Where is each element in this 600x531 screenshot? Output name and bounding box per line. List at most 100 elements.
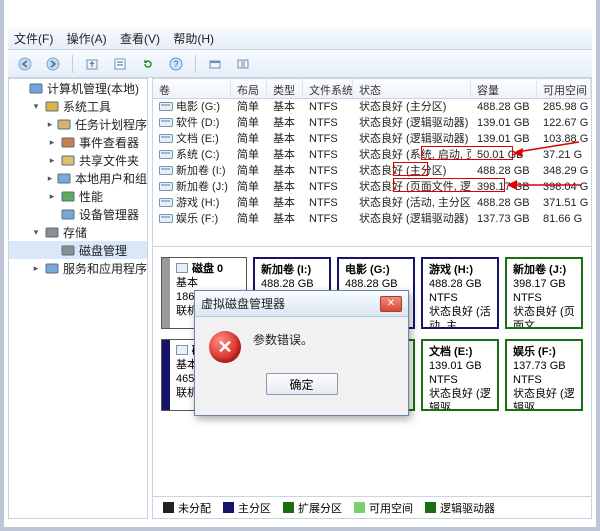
menu-file[interactable]: 文件(F) [14, 28, 53, 50]
expand-toggle-icon[interactable]: ▸ [31, 263, 41, 273]
legend-swatch [283, 502, 294, 513]
legend-item: 逻辑驱动器 [425, 500, 495, 516]
toolbar-separator [72, 55, 73, 73]
volume-block[interactable]: 文档 (E:)139.01 GB NTFS状态良好 (逻辑驱 [421, 339, 499, 411]
column-header[interactable]: 卷 [153, 79, 231, 98]
table-row[interactable]: 新加卷 (J:)简单基本NTFS状态良好 (页面文件, 逻辑驱动器)398.17… [153, 179, 591, 195]
tree-label: 系统工具 [63, 98, 111, 115]
legend-item: 可用空间 [354, 500, 413, 516]
tree-icon [61, 153, 75, 167]
error-dialog: 虚拟磁盘管理器 ✕ ✕ 参数错误。 确定 [194, 290, 409, 416]
table-row[interactable]: 游戏 (H:)简单基本NTFS状态良好 (活动, 主分区)488.28 GB37… [153, 195, 591, 211]
volume-block[interactable]: 娱乐 (F:)137.73 GB NTFS状态良好 (逻辑驱 [505, 339, 583, 411]
tree-label: 本地用户和组 [75, 170, 147, 187]
column-header[interactable]: 可用空间 [537, 79, 591, 98]
main-window: 文件(F) 操作(A) 查看(V) 帮助(H) ? 计算机管理(本地)▾ 系统工… [0, 0, 600, 531]
table-row[interactable]: 电影 (G:)简单基本NTFS状态良好 (主分区)488.28 GB285.98… [153, 99, 591, 115]
grid-body[interactable]: 电影 (G:)简单基本NTFS状态良好 (主分区)488.28 GB285.98… [153, 99, 591, 227]
expand-toggle-icon[interactable]: ▸ [47, 155, 57, 165]
tree-icon [61, 189, 75, 203]
grid-header[interactable]: 卷布局类型文件系统状态容量可用空间 [153, 79, 591, 99]
expand-toggle-icon[interactable]: ▸ [47, 191, 57, 201]
tree-item[interactable]: ▾ 系统工具 [9, 97, 147, 115]
tree-item[interactable]: ▸ 本地用户和组 [9, 169, 147, 187]
volume-block[interactable]: 游戏 (H:)488.28 GB NTFS状态良好 (活动, 主 [421, 257, 499, 329]
dialog-message: 参数错误。 [253, 331, 313, 348]
legend-swatch [223, 502, 234, 513]
tree-icon [45, 99, 59, 113]
legend-item: 未分配 [163, 500, 211, 516]
table-row[interactable]: 文档 (E:)简单基本NTFS状态良好 (逻辑驱动器)139.01 GB103.… [153, 131, 591, 147]
legend-label: 主分区 [238, 500, 271, 516]
ok-button[interactable]: 确定 [266, 373, 338, 395]
legend-swatch [163, 502, 174, 513]
menu-help[interactable]: 帮助(H) [173, 28, 214, 50]
volume-grid[interactable]: 卷布局类型文件系统状态容量可用空间 电影 (G:)简单基本NTFS状态良好 (主… [153, 79, 591, 247]
error-icon: ✕ [209, 331, 241, 363]
extra-button-2[interactable] [232, 53, 254, 75]
tree-label: 性能 [79, 188, 103, 205]
dialog-close-button[interactable]: ✕ [380, 296, 402, 312]
up-button[interactable] [81, 53, 103, 75]
legend-label: 逻辑驱动器 [440, 500, 495, 516]
refresh-button[interactable] [137, 53, 159, 75]
tree-item[interactable]: ▸ 服务和应用程序 [9, 259, 147, 277]
toolbar: ? [8, 50, 592, 78]
table-row[interactable]: 新加卷 (I:)简单基本NTFS状态良好 (主分区)488.28 GB348.2… [153, 163, 591, 179]
tree-label: 任务计划程序 [75, 116, 147, 133]
dialog-titlebar[interactable]: 虚拟磁盘管理器 ✕ [195, 291, 408, 317]
expand-toggle-icon[interactable]: ▾ [31, 227, 41, 237]
nav-tree[interactable]: 计算机管理(本地)▾ 系统工具▸ 任务计划程序▸ 事件查看器▸ 共享文件夹▸ 本… [8, 78, 148, 519]
tree-item[interactable]: ▸ 事件查看器 [9, 133, 147, 151]
legend-swatch [354, 502, 365, 513]
tree-label: 共享文件夹 [79, 152, 139, 169]
svg-text:?: ? [173, 59, 178, 69]
expand-toggle-icon[interactable]: ▸ [47, 119, 53, 129]
column-header[interactable]: 文件系统 [303, 79, 353, 98]
tree-item[interactable]: ▾ 存储 [9, 223, 147, 241]
column-header[interactable]: 类型 [267, 79, 303, 98]
expand-toggle-icon[interactable]: ▾ [31, 101, 41, 111]
legend-swatch [425, 502, 436, 513]
expand-toggle-icon [47, 245, 57, 255]
expand-toggle-icon [47, 209, 57, 219]
tree-icon [45, 225, 59, 239]
tree-icon [57, 171, 71, 185]
tree-label: 计算机管理(本地) [47, 80, 139, 97]
dialog-title: 虚拟磁盘管理器 [201, 295, 285, 312]
menu-view[interactable]: 查看(V) [120, 28, 160, 50]
legend-item: 扩展分区 [283, 500, 342, 516]
column-header[interactable]: 布局 [231, 79, 267, 98]
tree-item[interactable]: 磁盘管理 [9, 241, 147, 259]
toolbar-separator [195, 55, 196, 73]
expand-toggle-icon [15, 83, 25, 93]
legend: 未分配 主分区扩展分区 可用空间 逻辑驱动器 [153, 496, 591, 518]
column-header[interactable]: 容量 [471, 79, 537, 98]
legend-item: 主分区 [223, 500, 271, 516]
tree-label: 服务和应用程序 [63, 260, 147, 277]
expand-toggle-icon[interactable]: ▸ [47, 137, 57, 147]
tree-icon [61, 207, 75, 221]
tree-icon [61, 243, 75, 257]
column-header[interactable]: 状态 [353, 79, 471, 98]
properties-button[interactable] [109, 53, 131, 75]
forward-button[interactable] [42, 53, 64, 75]
tree-icon [29, 81, 43, 95]
tree-item[interactable]: ▸ 任务计划程序 [9, 115, 147, 133]
tree-item[interactable]: 设备管理器 [9, 205, 147, 223]
tree-icon [57, 117, 71, 131]
table-row[interactable]: 软件 (D:)简单基本NTFS状态良好 (逻辑驱动器)139.01 GB122.… [153, 115, 591, 131]
menu-action[interactable]: 操作(A) [67, 28, 107, 50]
back-button[interactable] [14, 53, 36, 75]
table-row[interactable]: 娱乐 (F:)简单基本NTFS状态良好 (逻辑驱动器)137.73 GB81.6… [153, 211, 591, 227]
table-row[interactable]: 系统 (C:)简单基本NTFS状态良好 (系统, 启动, 页面文件, 活动, 主… [153, 147, 591, 163]
tree-item[interactable]: ▸ 共享文件夹 [9, 151, 147, 169]
volume-block[interactable]: 新加卷 (J:)398.17 GB NTFS状态良好 (页面文 [505, 257, 583, 329]
legend-label: 可用空间 [369, 500, 413, 516]
extra-button-1[interactable] [204, 53, 226, 75]
help-button[interactable]: ? [165, 53, 187, 75]
tree-item[interactable]: 计算机管理(本地) [9, 79, 147, 97]
menubar: 文件(F) 操作(A) 查看(V) 帮助(H) [8, 28, 592, 50]
tree-item[interactable]: ▸ 性能 [9, 187, 147, 205]
expand-toggle-icon[interactable]: ▸ [47, 173, 53, 183]
